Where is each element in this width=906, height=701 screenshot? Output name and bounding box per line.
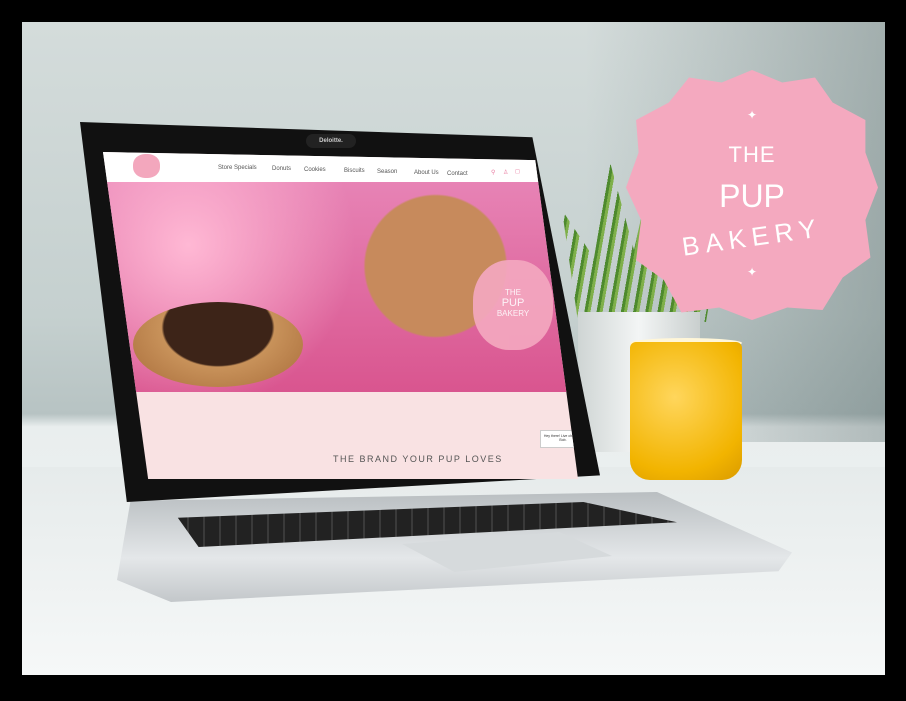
sparkle-icon: ✦ xyxy=(746,265,758,279)
nav-about[interactable]: About Us xyxy=(414,170,439,176)
hero-image: THE PUP BAKERY xyxy=(103,182,578,392)
photo-scene: Deloitte. Store Specials Donuts Cookies … xyxy=(22,22,885,675)
badge-line1: THE xyxy=(728,142,776,167)
hero-badge-line1: THE xyxy=(505,288,521,297)
tagline: THE BRAND YOUR PUP LOVES xyxy=(333,454,503,464)
nav-biscuits[interactable]: Biscuits xyxy=(344,168,365,174)
nav-contact[interactable]: Contact xyxy=(447,171,468,177)
donut-image xyxy=(133,302,303,387)
yellow-mug xyxy=(630,342,742,480)
user-icon[interactable]: ♙ xyxy=(503,169,508,176)
nav-donuts[interactable]: Donuts xyxy=(272,166,291,172)
cart-icon[interactable]: ◻ xyxy=(515,168,520,175)
laptop-screen: Store Specials Donuts Cookies Biscuits S… xyxy=(103,152,578,479)
nav-store-specials[interactable]: Store Specials xyxy=(218,165,257,171)
hero-badge-line3: BAKERY xyxy=(496,309,530,318)
hero-logo-badge: THE PUP BAKERY xyxy=(473,260,553,350)
camera-label: Deloitte. xyxy=(306,134,356,148)
nav-cookies[interactable]: Cookies xyxy=(304,167,326,173)
hero-badge-line2: PUP xyxy=(501,297,525,309)
site-logo[interactable] xyxy=(133,154,160,178)
nav-season[interactable]: Season xyxy=(377,169,397,175)
sparkle-icon: ✦ xyxy=(746,108,758,122)
search-icon[interactable]: ⚲ xyxy=(491,169,495,176)
